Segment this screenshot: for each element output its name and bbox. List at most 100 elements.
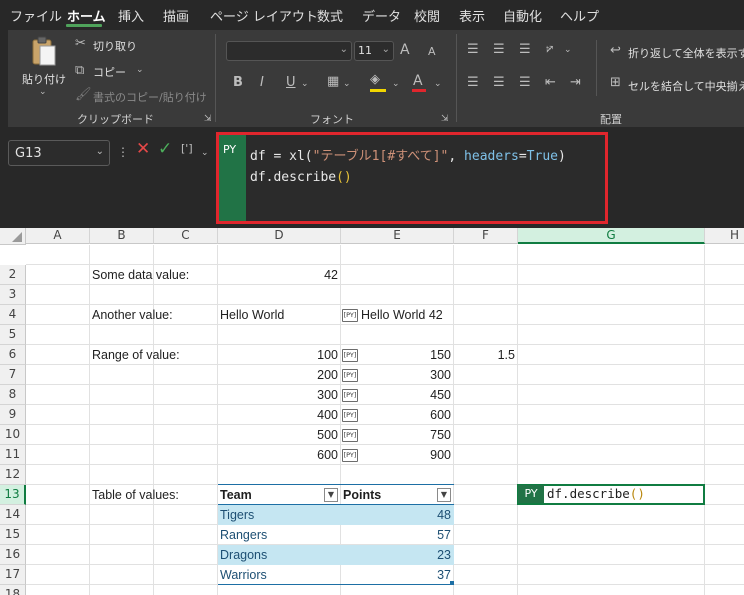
paste-icon[interactable]: [31, 36, 57, 68]
paste-dropdown-icon[interactable]: ⌄: [39, 85, 47, 99]
table-row[interactable]: 23: [341, 545, 451, 565]
table-resize-handle[interactable]: [450, 581, 454, 585]
align-right-icon[interactable]: ☰: [519, 76, 531, 90]
select-all-corner[interactable]: [0, 228, 26, 245]
row-header-5[interactable]: 5: [0, 325, 26, 345]
cell-e7[interactable]: 300: [341, 365, 451, 385]
italic-icon[interactable]: I: [260, 76, 264, 90]
table-row[interactable]: Rangers: [220, 525, 267, 545]
cell-d7[interactable]: 200: [218, 365, 338, 385]
table-row[interactable]: Dragons: [220, 545, 267, 565]
cell-e11[interactable]: 900: [341, 445, 451, 465]
cut-icon[interactable]: ✂: [75, 37, 86, 51]
row-header-8[interactable]: 8: [0, 385, 26, 405]
cell-d11[interactable]: 600: [218, 445, 338, 465]
font-name-combo[interactable]: ⌄: [226, 41, 352, 61]
menu-help[interactable]: ヘルプ: [560, 6, 599, 25]
row-header-18[interactable]: 18: [0, 585, 26, 595]
column-header-a[interactable]: A: [26, 228, 90, 244]
name-box[interactable]: G13 ⌄: [8, 140, 110, 166]
align-top-icon[interactable]: ☰: [467, 43, 479, 57]
cell-e10[interactable]: 750: [341, 425, 451, 445]
fill-color-icon[interactable]: ◈: [370, 73, 380, 87]
python-mode-badge[interactable]: PY: [219, 135, 246, 221]
border-dropdown-icon[interactable]: ⌄: [343, 77, 351, 91]
cell-d6[interactable]: 100: [218, 345, 338, 365]
format-painter-icon[interactable]: 🖌: [75, 88, 92, 102]
row-header-16[interactable]: 16: [0, 545, 26, 565]
menu-view[interactable]: 表示: [459, 6, 485, 25]
cell-d8[interactable]: 300: [218, 385, 338, 405]
column-header-e[interactable]: E: [341, 228, 454, 244]
menu-home[interactable]: ホーム: [67, 6, 106, 25]
row-header-7[interactable]: 7: [0, 365, 26, 385]
copy-icon[interactable]: ⧉: [75, 64, 84, 78]
orientation-icon[interactable]: ⦬: [546, 42, 553, 56]
column-header-g[interactable]: G: [518, 228, 705, 244]
cell-e6[interactable]: 150: [341, 345, 451, 365]
table-row[interactable]: 57: [341, 525, 451, 545]
copy-dropdown-icon[interactable]: ⌄: [136, 63, 144, 77]
cell-f6[interactable]: 1.5: [454, 345, 515, 365]
underline-dropdown-icon[interactable]: ⌄: [301, 77, 309, 91]
column-header-f[interactable]: F: [454, 228, 518, 244]
row-header-12[interactable]: 12: [0, 465, 26, 485]
border-icon[interactable]: ▦: [327, 75, 339, 89]
cell-e4[interactable]: Hello World 42: [361, 305, 443, 325]
column-header-d[interactable]: D: [218, 228, 341, 244]
row-header-6[interactable]: 6: [0, 345, 26, 365]
merge-center-button[interactable]: セルを結合して中央揃え: [628, 78, 744, 94]
row-header-11[interactable]: 11: [0, 445, 26, 465]
font-color-icon[interactable]: A: [413, 74, 423, 88]
increase-indent-icon[interactable]: ⇥: [570, 76, 581, 90]
row-header-4[interactable]: 4: [0, 305, 26, 325]
menu-review[interactable]: 校閲: [414, 6, 440, 25]
cell-b2[interactable]: Some data value:: [92, 265, 189, 285]
font-color-dropdown-icon[interactable]: ⌄: [434, 77, 442, 91]
underline-icon[interactable]: U: [286, 76, 296, 90]
row-header-9[interactable]: 9: [0, 405, 26, 425]
font-size-combo[interactable]: 11 ⌄: [354, 41, 394, 61]
menu-formulas[interactable]: 数式: [317, 6, 343, 25]
font-launcher-icon[interactable]: ⇲: [441, 112, 449, 126]
orientation-dropdown-icon[interactable]: ⌄: [564, 43, 572, 57]
menu-insert[interactable]: 挿入: [118, 6, 144, 25]
cell-b4[interactable]: Another value:: [92, 305, 173, 325]
row-header-10[interactable]: 10: [0, 425, 26, 445]
shrink-font-icon[interactable]: A: [428, 45, 436, 59]
align-left-icon[interactable]: ☰: [467, 76, 479, 90]
align-center-icon[interactable]: ☰: [493, 76, 505, 90]
align-middle-icon[interactable]: ☰: [493, 43, 505, 57]
cell-b6[interactable]: Range of value:: [92, 345, 180, 365]
column-header-b[interactable]: B: [90, 228, 154, 244]
wrap-text-button[interactable]: 折り返して全体を表示す: [628, 45, 744, 61]
insert-function-icon[interactable]: [']: [181, 142, 193, 156]
bold-icon[interactable]: B: [233, 76, 243, 90]
row-header-2[interactable]: 2: [0, 265, 26, 285]
cell-d2[interactable]: 42: [218, 265, 338, 285]
filter-dropdown-icon[interactable]: ▼: [437, 488, 451, 502]
filter-dropdown-icon[interactable]: ▼: [324, 488, 338, 502]
table-row[interactable]: 48: [341, 505, 451, 525]
more-options-icon[interactable]: ⋮: [117, 145, 129, 159]
cut-button[interactable]: 切り取り: [93, 38, 137, 54]
cell-b13[interactable]: Table of values:: [92, 485, 179, 505]
column-header-h[interactable]: H: [705, 228, 744, 244]
formula-mode-dropdown-icon[interactable]: ⌄: [201, 146, 209, 160]
menu-file[interactable]: ファイル: [10, 6, 62, 25]
cell-e9[interactable]: 600: [341, 405, 451, 425]
menu-draw[interactable]: 描画: [163, 6, 189, 25]
column-header-c[interactable]: C: [154, 228, 218, 244]
align-bottom-icon[interactable]: ☰: [519, 43, 531, 57]
row-header-14[interactable]: 14: [0, 505, 26, 525]
python-cell-icon[interactable]: [PY]: [342, 309, 358, 322]
cell-d10[interactable]: 500: [218, 425, 338, 445]
row-header-3[interactable]: 3: [0, 285, 26, 305]
worksheet-grid[interactable]: A B C D E F G H 2 3 4 5 6 7 8 9 10 11 12…: [0, 228, 744, 595]
menu-automate[interactable]: 自動化: [503, 6, 542, 25]
cell-g13[interactable]: df.describe(): [547, 484, 645, 504]
menu-data[interactable]: データ: [362, 6, 401, 25]
wrap-text-icon[interactable]: ↩: [610, 44, 621, 58]
table-row[interactable]: Warriors: [220, 565, 267, 585]
row-header-13[interactable]: 13: [0, 485, 26, 505]
